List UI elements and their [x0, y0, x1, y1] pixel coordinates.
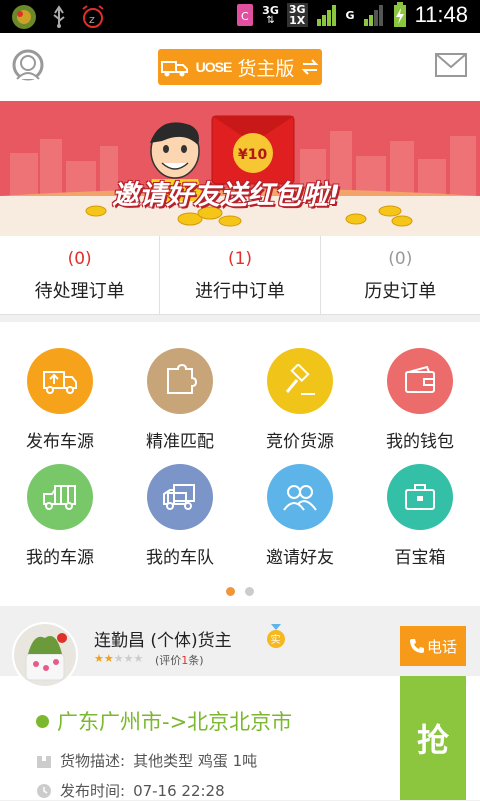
- menu-toolbox[interactable]: 百宝箱: [360, 464, 480, 568]
- publish-time: 发布时间: 07-16 22:28: [36, 780, 225, 801]
- promo-banner[interactable]: ¥10 邀请好友送红包啦!: [0, 101, 480, 236]
- feature-grid: 发布车源 精准匹配 竞价货源 我的钱包 我的车源 我的车队 邀请好友 百宝箱: [0, 322, 480, 606]
- history-orders-count: (0): [388, 249, 413, 269]
- page-indicator: [0, 587, 480, 596]
- menu-my-fleet[interactable]: 我的车队: [120, 464, 240, 568]
- menu-label: 百宝箱: [394, 548, 446, 568]
- page-dot-active[interactable]: [226, 587, 235, 596]
- menu-label: 我的车队: [146, 548, 214, 568]
- envelope-icon[interactable]: [434, 51, 468, 79]
- star-filled-icon: ★: [94, 652, 104, 665]
- star-filled-icon: ★: [103, 652, 114, 665]
- menu-my-wallet[interactable]: 我的钱包: [360, 348, 480, 452]
- menu-label: 发布车源: [26, 432, 94, 452]
- owner-name: 连勤昌 (个体)货主: [94, 631, 232, 651]
- star-empty-icon: ★: [133, 652, 144, 665]
- time-label: 发布时间:: [60, 782, 126, 800]
- friends-icon: [267, 464, 333, 530]
- usb-icon: [53, 5, 65, 28]
- status-bar: z C 3G ⇅ 3G 1X G 11:48: [0, 0, 480, 33]
- time-value: 07-16 22:28: [133, 781, 225, 800]
- in-progress-orders-count: (1): [227, 249, 253, 269]
- brand-logo-text: UOSE: [195, 59, 233, 75]
- gavel-icon: [267, 348, 333, 414]
- box-icon: [37, 755, 51, 768]
- app-notification-icon: [12, 5, 36, 29]
- pending-orders-label: 待处理订单: [34, 281, 125, 302]
- history-orders-label: 历史订单: [364, 281, 437, 302]
- menu-precise-match[interactable]: 精准匹配: [120, 348, 240, 452]
- star-empty-icon: ★: [123, 652, 134, 665]
- truck-logo-icon: [160, 61, 188, 77]
- menu-my-vehicles[interactable]: 我的车源: [0, 464, 120, 568]
- menu-invite-friends[interactable]: 邀请好友: [240, 464, 360, 568]
- svg-text:z: z: [89, 13, 95, 26]
- menu-bidding-cargo[interactable]: 竞价货源: [240, 348, 360, 452]
- history-orders-tab[interactable]: (0) 历史订单: [321, 236, 480, 314]
- pending-orders-tab[interactable]: (0) 待处理订单: [0, 236, 161, 314]
- rating-count: (评价1条): [155, 654, 204, 667]
- sim-card-icon: C: [237, 4, 254, 26]
- network-type-1: 3G: [262, 3, 279, 17]
- star-empty-icon: ★: [113, 652, 124, 665]
- verified-badge-icon: 实: [267, 624, 285, 648]
- battery-charging-icon: [393, 2, 406, 27]
- mode-switch-button[interactable]: UOSE 货主版: [158, 49, 322, 85]
- clock-icon: [37, 783, 51, 798]
- mode-label: 货主版: [237, 57, 295, 80]
- route-text: 广东广州市->北京北京市: [57, 710, 293, 734]
- svg-text:实: 实: [271, 633, 281, 646]
- user-avatar-icon[interactable]: [12, 49, 44, 83]
- rating-stars: ★ ★ ★ ★ ★: [94, 653, 143, 664]
- call-button[interactable]: 电话: [400, 626, 466, 666]
- phone-icon: [409, 639, 424, 653]
- owner-photo[interactable]: [12, 622, 78, 688]
- menu-label: 竞价货源: [266, 432, 334, 452]
- grab-order-button[interactable]: 抢: [400, 676, 466, 800]
- banner-illustration: ¥10: [0, 101, 480, 236]
- page-dot[interactable]: [245, 587, 254, 596]
- cargo-listing-card[interactable]: 连勤昌 (个体)货主 实 ★ ★ ★ ★ ★ (评价1条) 电话 广东广州市->…: [0, 612, 480, 800]
- cargo-description: 货物描述: 其他类型 鸡蛋 1吨: [36, 750, 257, 771]
- fleet-icon: [147, 464, 213, 530]
- menu-label: 邀请好友: [266, 548, 334, 568]
- truck-icon: [27, 464, 93, 530]
- menu-publish-vehicle[interactable]: 发布车源: [0, 348, 120, 452]
- route: 广东广州市->北京北京市: [36, 706, 292, 736]
- route-dot-icon: [36, 714, 49, 728]
- puzzle-icon: [147, 348, 213, 414]
- menu-label: 精准匹配: [146, 432, 214, 452]
- svg-text:C: C: [241, 10, 249, 23]
- banner-headline: 邀请好友送红包啦!: [112, 180, 341, 211]
- menu-label: 我的钱包: [386, 432, 454, 452]
- signal-icon: [316, 5, 336, 26]
- in-progress-orders-tab[interactable]: (1) 进行中订单: [160, 236, 321, 314]
- in-progress-orders-label: 进行中订单: [194, 281, 285, 302]
- alarm-icon: z: [82, 5, 104, 28]
- app-bar: UOSE 货主版: [0, 33, 480, 102]
- menu-label: 我的车源: [26, 548, 94, 568]
- network-type-3: G: [345, 8, 355, 22]
- desc-value: 其他类型 鸡蛋 1吨: [133, 752, 258, 770]
- red-packet-amount: ¥10: [238, 147, 267, 163]
- desc-label: 货物描述:: [60, 752, 126, 770]
- pending-orders-count: (0): [67, 249, 92, 269]
- clock: 11:48: [414, 2, 468, 27]
- signal-icon-2: [363, 5, 383, 26]
- order-summary: (0) 待处理订单 (1) 进行中订单 (0) 历史订单: [0, 236, 480, 315]
- switch-arrows-icon: [301, 59, 319, 75]
- wallet-icon: [387, 348, 453, 414]
- call-button-label: 电话: [426, 637, 457, 656]
- toolbox-icon: [387, 464, 453, 530]
- network-type-2-sub: 1X: [289, 14, 306, 27]
- truck-upload-icon: [27, 348, 93, 414]
